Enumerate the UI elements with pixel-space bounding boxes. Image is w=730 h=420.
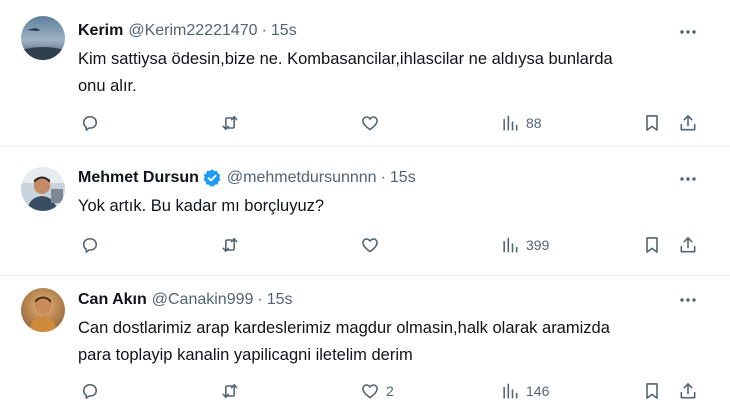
- views-icon: [503, 237, 518, 253]
- separator-dot: ·: [257, 291, 263, 308]
- views-icon: [503, 115, 518, 131]
- view-count: 399: [526, 237, 550, 253]
- tweet-text-line: Kim sattiysa ödesin,bize ne. Kombasancil…: [78, 50, 613, 68]
- like-button[interactable]: 2: [360, 379, 394, 403]
- bookmark-icon: [646, 383, 658, 399]
- action-bar: 2 146: [78, 379, 718, 403]
- tweet[interactable]: Kerim @Kerim22221470 · 15s Kim sattiysa …: [0, 0, 730, 146]
- views-icon: [503, 383, 518, 399]
- bookmark-icon: [646, 237, 658, 253]
- more-icon[interactable]: [678, 22, 698, 42]
- timestamp[interactable]: 15s: [390, 168, 416, 188]
- share-button[interactable]: [678, 379, 698, 403]
- like-button[interactable]: [360, 233, 386, 257]
- avatar[interactable]: [21, 167, 65, 211]
- like-icon: [362, 116, 378, 131]
- user-handle[interactable]: @Kerim22221470: [128, 21, 257, 41]
- reply-icon: [82, 237, 98, 253]
- user-handle[interactable]: @mehmetdursunnnn: [227, 168, 377, 188]
- bookmark-button[interactable]: [642, 111, 662, 135]
- retweet-button[interactable]: [220, 233, 246, 257]
- display-name[interactable]: Can Akın: [78, 290, 147, 310]
- view-count: 88: [526, 115, 542, 131]
- share-icon: [680, 115, 696, 131]
- tweet-text-line: para toplayip kanalin yapilicagni iletel…: [78, 346, 413, 364]
- avatar[interactable]: [21, 288, 65, 332]
- tweet-text: Yok artık. Bu kadar mı borçluyuz?: [78, 193, 698, 220]
- timestamp[interactable]: 15s: [271, 21, 297, 41]
- reply-icon: [82, 115, 98, 131]
- retweet-button[interactable]: [220, 379, 246, 403]
- share-icon: [680, 383, 696, 399]
- retweet-icon: [222, 115, 238, 131]
- verified-badge-icon: [202, 168, 222, 188]
- bookmark-icon: [646, 115, 658, 131]
- like-button[interactable]: [360, 111, 386, 135]
- timestamp[interactable]: 15s: [267, 290, 293, 310]
- tweet[interactable]: Mehmet Dursun @mehmetdursunnnn · 15s Yok…: [0, 147, 730, 275]
- separator-dot: ·: [261, 22, 267, 39]
- tweet-text: Kim sattiysa ödesin,bize ne. Kombasancil…: [78, 46, 698, 100]
- reply-button[interactable]: [80, 111, 106, 135]
- share-button[interactable]: [678, 111, 698, 135]
- reply-button[interactable]: [80, 233, 106, 257]
- more-icon[interactable]: [678, 169, 698, 189]
- separator-dot: ·: [380, 169, 386, 186]
- avatar[interactable]: [21, 16, 65, 60]
- bookmark-button[interactable]: [642, 233, 662, 257]
- tweet-header: Kerim @Kerim22221470 · 15s: [78, 21, 297, 41]
- tweet-text-line: Yok artık. Bu kadar mı borçluyuz?: [78, 197, 325, 215]
- bookmark-button[interactable]: [642, 379, 662, 403]
- action-bar: 88: [78, 111, 718, 135]
- share-button[interactable]: [678, 233, 698, 257]
- like-icon: [362, 384, 378, 399]
- share-icon: [680, 237, 696, 253]
- reply-button[interactable]: [80, 379, 106, 403]
- tweet[interactable]: Can Akın @Canakin999 · 15s Can dostlarim…: [0, 276, 730, 420]
- retweet-icon: [222, 237, 238, 253]
- tweet-text-line: onu alır.: [78, 77, 137, 95]
- user-handle[interactable]: @Canakin999: [152, 290, 254, 310]
- view-count: 146: [526, 383, 550, 399]
- views-button[interactable]: 146: [500, 379, 549, 403]
- views-button[interactable]: 88: [500, 111, 542, 135]
- tweet-text: Can dostlarimiz arap kardeslerimiz magdu…: [78, 315, 698, 369]
- display-name[interactable]: Kerim: [78, 21, 123, 41]
- display-name[interactable]: Mehmet Dursun: [78, 168, 199, 188]
- action-bar: 399: [78, 233, 718, 257]
- reply-icon: [82, 383, 98, 399]
- retweet-button[interactable]: [220, 111, 246, 135]
- like-count: 2: [386, 383, 394, 399]
- views-button[interactable]: 399: [500, 233, 549, 257]
- retweet-icon: [222, 383, 238, 399]
- more-icon[interactable]: [678, 290, 698, 310]
- tweet-header: Can Akın @Canakin999 · 15s: [78, 290, 293, 310]
- tweet-header: Mehmet Dursun @mehmetdursunnnn · 15s: [78, 168, 416, 188]
- like-icon: [362, 238, 378, 253]
- tweet-text-line: Can dostlarimiz arap kardeslerimiz magdu…: [78, 319, 610, 337]
